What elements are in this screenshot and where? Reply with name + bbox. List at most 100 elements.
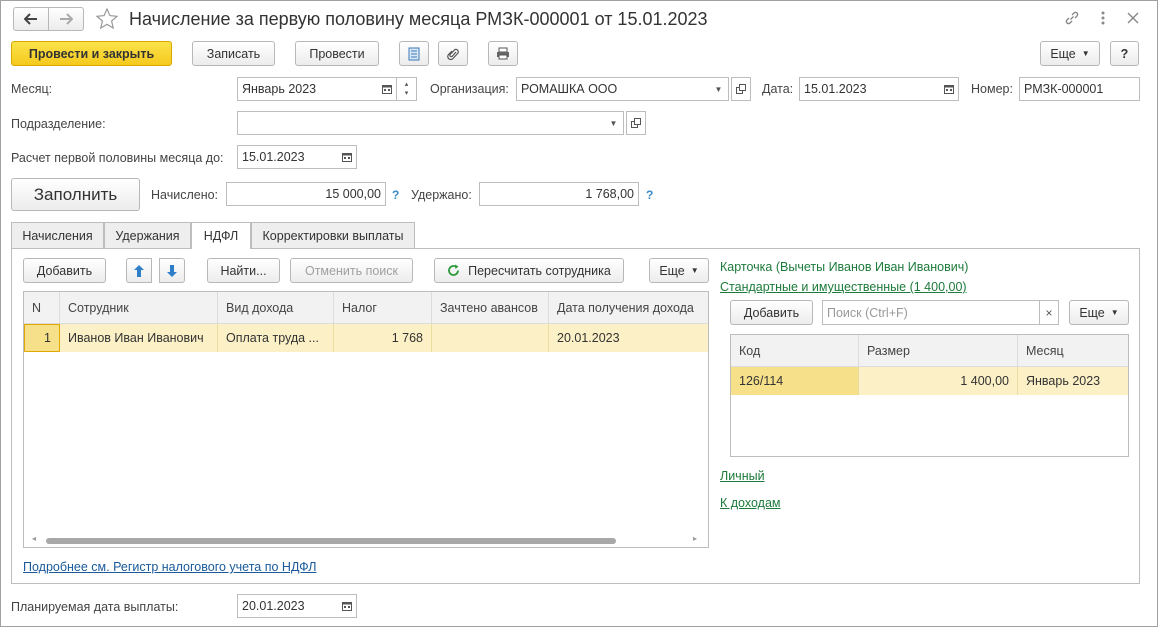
col-header-advances[interactable]: Зачтено авансов [432,292,549,324]
calendar-icon [341,153,352,162]
personal-link[interactable]: Личный [720,469,765,483]
withheld-label: Удержано: [411,188,472,202]
attachment-button[interactable] [438,41,468,66]
ndfl-more-label: Еще [659,263,685,278]
planned-pay-date-input[interactable]: 20.01.2023 [237,594,338,618]
stepper-down-icon[interactable]: ▾ [405,89,409,98]
month-stepper[interactable]: ▴ ▾ [397,77,417,101]
scrollbar-thumb[interactable] [46,538,616,544]
col-header-amount[interactable]: Размер [859,335,1018,367]
withheld-value: 1 768,00 [479,182,639,206]
horizontal-scrollbar[interactable]: ◂ ▸ [24,533,708,547]
organization-dropdown-button[interactable]: ▼ [709,77,729,101]
cell-income-date[interactable]: 20.01.2023 [549,324,708,352]
move-down-button[interactable] [159,258,185,283]
card-search-input[interactable]: Поиск (Ctrl+F) [822,300,1040,325]
close-icon[interactable] [1127,12,1139,24]
department-open-button[interactable] [626,111,646,135]
col-header-income-date[interactable]: Дата получения дохода [549,292,708,324]
cell-month[interactable]: Январь 2023 [1018,367,1128,395]
stepper-up-icon[interactable]: ▴ [405,80,409,89]
move-up-button[interactable] [126,258,152,283]
post-and-close-button[interactable]: Провести и закрыть [11,41,172,66]
col-header-tax[interactable]: Налог [334,292,432,324]
cell-n[interactable]: 1 [24,324,60,352]
planned-pay-date-calendar-button[interactable] [337,594,357,618]
col-header-code[interactable]: Код [731,335,859,367]
favorite-star-icon[interactable] [95,7,119,31]
card-more-label: Еще [1079,305,1105,320]
more-vertical-icon[interactable] [1100,10,1106,26]
organization-open-button[interactable] [731,77,751,101]
calc-until-label: Расчет первой половины месяца до: [11,151,224,165]
card-search-clear-button[interactable]: × [1039,300,1059,325]
document-window: Начисление за первую половину месяца РМЗ… [0,0,1158,627]
close-icon: × [1045,305,1053,320]
col-header-n[interactable]: N [24,292,60,324]
chevron-down-icon: ▼ [714,84,723,94]
date-calendar-button[interactable] [939,77,959,101]
more-button[interactable]: Еще ▼ [1040,41,1100,66]
forward-button[interactable] [48,7,84,31]
more-button-label: Еще [1050,46,1076,61]
ndfl-tab-panel: Добавить Найти... Отменить поиск Пересчи… [11,248,1140,584]
tab-accruals[interactable]: Начисления [11,222,104,248]
department-input[interactable] [237,111,605,135]
card-add-button[interactable]: Добавить [730,300,813,325]
cell-advances[interactable] [432,324,549,352]
document-list-button[interactable] [399,41,429,66]
department-dropdown-button[interactable]: ▼ [604,111,624,135]
to-income-link[interactable]: К доходам [720,496,781,510]
ndfl-table: N Сотрудник Вид дохода Налог Зачтено ава… [23,291,709,548]
cell-code[interactable]: 126/114 [731,367,859,395]
card-more-button[interactable]: Еще ▼ [1069,300,1129,325]
calendar-icon [341,602,352,611]
month-calendar-button[interactable] [377,77,397,101]
organization-input[interactable]: РОМАШКА ООО [516,77,710,101]
tab-deductions[interactable]: Удержания [104,222,191,248]
standard-deductions-link[interactable]: Стандартные и имущественные (1 400,00) [720,280,967,294]
print-button[interactable] [488,41,518,66]
help-button[interactable]: ? [1110,41,1139,66]
find-button[interactable]: Найти... [207,258,280,283]
month-input[interactable]: Январь 2023 [237,77,378,101]
tab-ndfl[interactable]: НДФЛ [191,222,251,249]
ndfl-register-link[interactable]: Подробнее см. Регистр налогового учета п… [23,560,316,574]
arrow-right-icon [60,13,73,25]
arrow-left-icon [24,13,37,25]
link-icon[interactable] [1064,10,1080,26]
calc-until-input[interactable]: 15.01.2023 [237,145,338,169]
scroll-left-icon[interactable]: ◂ [32,534,36,543]
fill-button[interactable]: Заполнить [11,178,140,211]
number-label: Номер: [971,82,1013,96]
cell-employee[interactable]: Иванов Иван Иванович [60,324,218,352]
withheld-help-icon[interactable]: ? [646,188,653,202]
cell-income-type[interactable]: Оплата труда ... [218,324,334,352]
date-input[interactable]: 15.01.2023 [799,77,940,101]
back-button[interactable] [13,7,49,31]
refresh-icon [448,264,460,276]
col-header-employee[interactable]: Сотрудник [60,292,218,324]
calendar-icon [381,85,392,94]
save-button[interactable]: Записать [192,41,275,66]
arrow-down-icon [167,264,177,277]
tab-payment-corrections[interactable]: Корректировки выплаты [251,222,415,248]
accrued-help-icon[interactable]: ? [392,188,399,202]
department-label: Подразделение: [11,117,106,131]
col-header-income-type[interactable]: Вид дохода [218,292,334,324]
number-input[interactable]: РМЗК-000001 [1019,77,1140,101]
cell-amount[interactable]: 1 400,00 [859,367,1018,395]
recalculate-employee-button[interactable]: Пересчитать сотрудника [434,258,624,283]
ndfl-more-button[interactable]: Еще ▼ [649,258,709,283]
col-header-month[interactable]: Месяц [1018,335,1128,367]
printer-icon [497,47,509,60]
calc-until-calendar-button[interactable] [337,145,357,169]
chevron-down-icon: ▼ [1081,49,1090,58]
post-button[interactable]: Провести [295,41,379,66]
open-form-icon [631,118,641,128]
ndfl-add-button[interactable]: Добавить [23,258,106,283]
cell-tax[interactable]: 1 768 [334,324,432,352]
document-icon [408,47,420,60]
scroll-right-icon[interactable]: ▸ [693,534,697,543]
cancel-search-button[interactable]: Отменить поиск [290,258,413,283]
